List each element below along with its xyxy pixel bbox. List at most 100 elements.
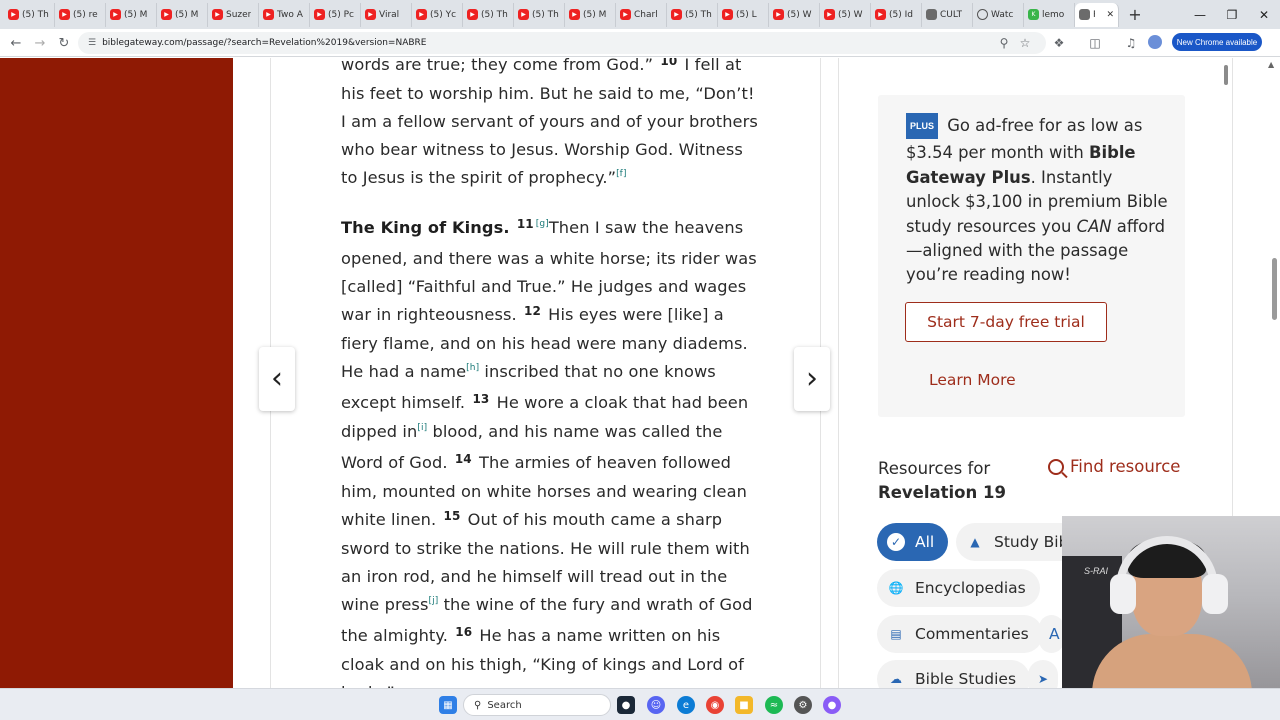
tab-label: R <box>1093 10 1095 20</box>
comment-icon: ▤ <box>890 627 902 641</box>
scroll-up-icon[interactable]: ▲ <box>1268 60 1274 69</box>
tab-label: (5) M <box>124 9 148 20</box>
close-tab-icon[interactable]: ✕ <box>1106 10 1114 20</box>
browser-tab[interactable]: Watc <box>973 2 1024 27</box>
taskbar-search[interactable]: ⚲ Search <box>463 694 611 716</box>
browser-toolbar: ← → ↻ ☰ biblegateway.com/passage/?search… <box>0 29 1280 57</box>
chip-bible-studies[interactable]: ☁ Bible Studies <box>877 660 1031 688</box>
browser-tab[interactable]: CULT <box>922 2 973 27</box>
browser-tab[interactable]: ▶ (5) Th <box>463 2 514 27</box>
browser-tab[interactable]: ▶ (5) Th <box>514 2 565 27</box>
find-resource-link[interactable]: Find resource <box>1048 457 1180 476</box>
start-free-trial-button[interactable]: Start 7-day free trial <box>905 302 1107 342</box>
back-arrow-icon[interactable]: ← <box>4 31 28 55</box>
tab-label: (5) W <box>787 9 812 20</box>
verse-number: 12 <box>524 304 541 318</box>
site-info-icon[interactable]: ☰ <box>88 38 96 48</box>
app-icon[interactable]: ● <box>823 696 841 714</box>
learn-more-link[interactable]: Learn More <box>929 371 1016 389</box>
verse-number: 16 <box>455 625 473 639</box>
address-bar[interactable]: ☰ biblegateway.com/passage/?search=Revel… <box>78 32 1046 54</box>
footnote-link[interactable]: [i] <box>417 423 427 433</box>
reload-icon[interactable]: ↻ <box>52 31 76 55</box>
browser-tab[interactable]: ▶ Two A <box>259 2 310 27</box>
footnote-link[interactable]: [j] <box>429 596 439 606</box>
browser-tab[interactable]: ▶ Charl <box>616 2 667 27</box>
chip-encyclopedias[interactable]: 🌐 Encyclopedias <box>877 569 1040 607</box>
browser-tab[interactable]: ▶ (5) W <box>769 2 820 27</box>
footnote-link[interactable]: [f] <box>616 169 627 179</box>
settings-gear-icon[interactable]: ⚙ <box>794 696 812 714</box>
minimize-button[interactable]: — <box>1184 0 1216 29</box>
edge-icon[interactable]: e <box>677 696 695 714</box>
tab-label: Viral <box>379 9 400 20</box>
browser-tab[interactable]: ▶ (5) M <box>157 2 208 27</box>
compass-icon: ➤ <box>1037 672 1049 686</box>
youtube-icon: ▶ <box>875 9 886 20</box>
browser-tab[interactable]: ▶ (5) Th <box>4 2 55 27</box>
chip-all[interactable]: ✓ All <box>877 523 949 561</box>
browser-tab[interactable]: ▶ (5) Pc <box>310 2 361 27</box>
document-icon <box>926 9 937 20</box>
previous-chapter-button[interactable]: ‹ <box>259 347 295 411</box>
tab-label: CULT <box>940 9 963 20</box>
browser-tab[interactable]: ▶ Suzer <box>208 2 259 27</box>
browser-tab[interactable]: ▶ (5) M <box>106 2 157 27</box>
new-chrome-available-button[interactable]: New Chrome available <box>1172 33 1262 51</box>
tab-label: (5) Th <box>685 9 712 20</box>
chip-more[interactable]: ➤ <box>1028 660 1058 688</box>
browser-tab[interactable]: ▶ (5) re <box>55 2 106 27</box>
footnote-link[interactable]: [h] <box>466 363 479 373</box>
tab-label: (5) Th <box>22 9 49 20</box>
browser-tab[interactable]: ▶ (5) Yc <box>412 2 463 27</box>
forward-arrow-icon[interactable]: → <box>28 31 52 55</box>
plus-promo-text: PLUS Go ad-free for as low as $3.54 per … <box>906 113 1168 288</box>
passage-text: words are true; they come from God.” 10 … <box>341 58 761 688</box>
youtube-icon: ▶ <box>110 9 121 20</box>
browser-tab[interactable]: ▶ (5) Th <box>667 2 718 27</box>
windows-start-icon[interactable]: ▦ <box>439 696 457 714</box>
plus-badge: PLUS <box>906 113 939 140</box>
footnote-link[interactable]: [g] <box>536 219 549 229</box>
discord-icon[interactable]: ☺ <box>647 696 665 714</box>
youtube-icon: ▶ <box>8 9 19 20</box>
profile-avatar[interactable] <box>1148 35 1162 49</box>
sidebar-icon[interactable]: ◫ <box>1086 34 1104 52</box>
next-chapter-button[interactable]: › <box>794 347 830 411</box>
browser-tab[interactable]: ▶ Viral <box>361 2 412 27</box>
plus-can: CAN <box>1076 216 1112 236</box>
sidebar-scroll-thumb[interactable] <box>1224 65 1228 85</box>
tab-label: (5) Pc <box>328 9 354 20</box>
chip-label: Encyclopedias <box>915 579 1026 597</box>
close-window-button[interactable]: ✕ <box>1248 0 1280 29</box>
resources-label: Resources for <box>878 459 991 478</box>
file-explorer-icon[interactable]: ■ <box>735 696 753 714</box>
youtube-icon: ▶ <box>518 9 529 20</box>
browser-tab[interactable]: ▶ (5) Id <box>871 2 922 27</box>
bookmark-star-icon[interactable]: ☆ <box>1016 34 1034 52</box>
chip-label: Study Bibl <box>994 533 1073 551</box>
steam-icon[interactable]: ● <box>617 696 635 714</box>
browser-tab[interactable]: ▶ (5) M <box>565 2 616 27</box>
spotify-icon[interactable]: ≈ <box>765 696 783 714</box>
chip-a[interactable]: A <box>1039 615 1064 653</box>
extensions-icon[interactable]: ❖ <box>1050 34 1068 52</box>
page-scroll-thumb[interactable] <box>1272 258 1277 320</box>
chrome-icon[interactable]: ◉ <box>706 696 724 714</box>
browser-tab[interactable]: ▶ (5) L <box>718 2 769 27</box>
browser-tab[interactable]: Klemo <box>1024 2 1075 27</box>
resources-heading: Resources for Revelation 19 <box>878 457 1006 505</box>
new-tab-button[interactable]: + <box>1125 5 1145 24</box>
zoom-icon[interactable]: ⚲ <box>995 34 1013 52</box>
maximize-button[interactable]: ❐ <box>1216 0 1248 29</box>
chevron-right-icon: › <box>806 361 818 396</box>
browser-tab[interactable]: ▶ (5) W <box>820 2 871 27</box>
browser-tab[interactable]: R✕ <box>1075 2 1119 27</box>
media-icon[interactable]: ♫ <box>1122 34 1140 52</box>
chip-label: All <box>915 533 935 551</box>
youtube-icon: ▶ <box>314 9 325 20</box>
chevron-left-icon: ‹ <box>271 361 283 396</box>
youtube-icon: ▶ <box>773 9 784 20</box>
chip-commentaries[interactable]: ▤ Commentaries <box>877 615 1043 653</box>
chip-label: Bible Studies <box>915 670 1017 688</box>
